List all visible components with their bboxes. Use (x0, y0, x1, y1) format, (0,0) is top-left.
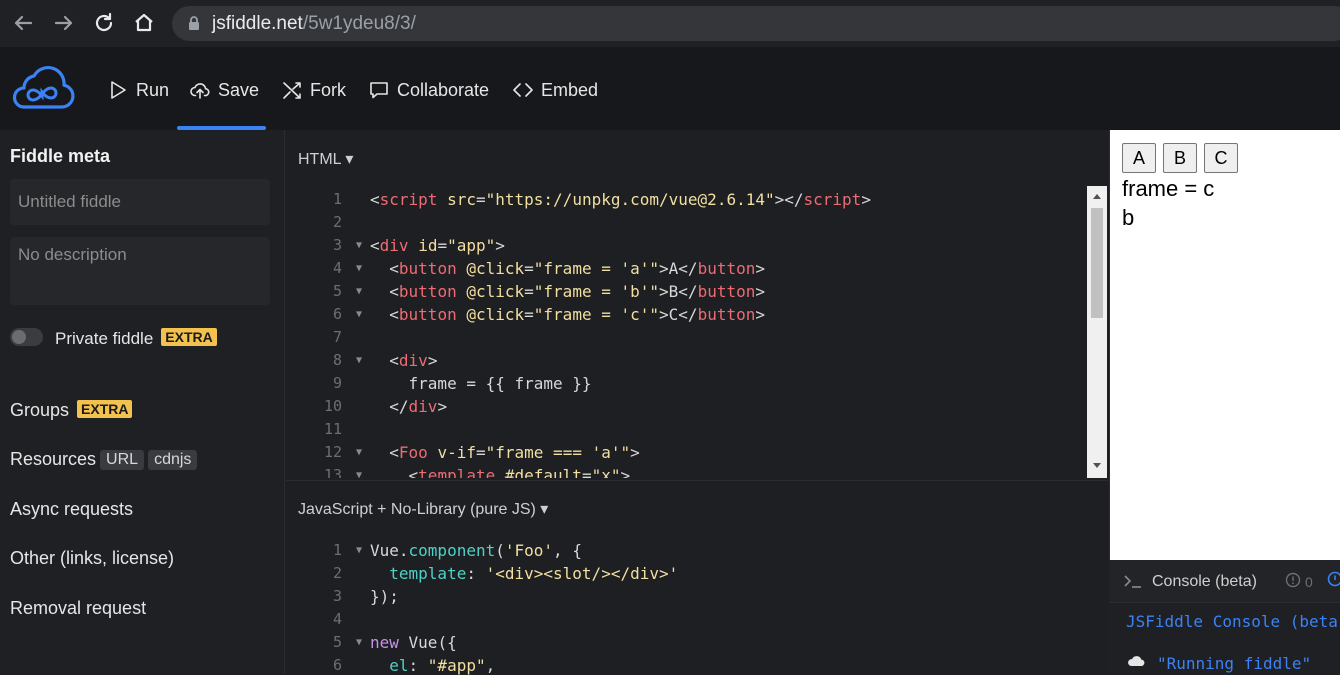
code-line: 1▼Vue.component('Foo', { (286, 539, 1086, 562)
code-line: 1<script src="https://unpkg.com/vue@2.6.… (286, 188, 1086, 211)
fork-button[interactable]: Fork (282, 77, 346, 103)
reload-icon[interactable] (90, 9, 118, 37)
shuffle-icon (282, 80, 302, 100)
code-line: 9 frame = {{ frame }} (286, 372, 1086, 395)
js-panel-title[interactable]: JavaScript + No-Library (pure JS) ▾ (298, 499, 548, 519)
code-line: 13▼ <template #default="x"> (286, 464, 1086, 478)
code-line: 4 (286, 608, 1086, 631)
result-button-a[interactable]: A (1122, 143, 1156, 173)
scroll-down-icon[interactable] (1092, 462, 1102, 470)
sidebar-item-removal-request[interactable]: Removal request (10, 598, 146, 619)
fork-label: Fork (310, 80, 346, 101)
terminal-icon (1123, 573, 1143, 589)
code-line: 10 </div> (286, 395, 1086, 418)
url-text: jsfiddle.net/5w1ydeu8/3/ (212, 13, 416, 35)
sidebar-item-resources[interactable]: ResourcesURLcdnjs (10, 449, 197, 470)
result-button-c[interactable]: C (1204, 143, 1238, 173)
sidebar-item-async-requests[interactable]: Async requests (10, 499, 133, 520)
caret-down-icon: ▾ (341, 151, 353, 168)
code-brackets-icon (513, 80, 533, 100)
code-line: 11 (286, 418, 1086, 441)
private-fiddle-label: Private fiddleEXTRA (55, 328, 217, 349)
result-button-b[interactable]: B (1163, 143, 1197, 173)
jsfiddle-logo-icon[interactable] (8, 63, 76, 113)
result-frame: A B C frame = c b (1109, 130, 1340, 560)
code-line: 8▼ <div> (286, 349, 1086, 372)
home-icon[interactable] (130, 9, 158, 37)
sidebar-item-other[interactable]: Other (links, license) (10, 548, 174, 569)
js-code-editor[interactable]: 1▼Vue.component('Foo', { 2 template: '<d… (286, 539, 1086, 675)
resources-url-pill[interactable]: URL (100, 450, 144, 470)
run-label: Run (136, 80, 169, 101)
back-arrow-icon[interactable] (9, 9, 37, 37)
info-icon (1327, 571, 1340, 587)
fiddle-title-input[interactable] (10, 179, 270, 225)
scrollbar-thumb[interactable] (1091, 208, 1103, 318)
html-panel-title[interactable]: HTML ▾ (298, 149, 353, 169)
run-button[interactable]: Run (108, 77, 169, 103)
code-line: 12▼ <Foo v-if="frame === 'a'"> (286, 441, 1086, 464)
lock-icon (186, 15, 202, 31)
code-line: 3}); (286, 585, 1086, 608)
save-button[interactable]: Save (190, 77, 259, 103)
fold-arrow-icon[interactable]: ▼ (356, 303, 362, 326)
extra-badge: EXTRA (77, 400, 132, 418)
code-line: 5▼new Vue({ (286, 631, 1086, 654)
result-frame-text: frame = c (1122, 176, 1214, 202)
fold-arrow-icon[interactable]: ▼ (356, 539, 362, 562)
fold-arrow-icon[interactable]: ▼ (356, 349, 362, 372)
cloud-upload-icon (190, 80, 210, 100)
code-line: 2 template: '<div><slot/></div>' (286, 562, 1086, 585)
sidebar: Fiddle meta Private fiddleEXTRA GroupsEX… (0, 130, 285, 674)
fold-arrow-icon[interactable]: ▼ (356, 257, 362, 280)
embed-label: Embed (541, 80, 598, 101)
fold-arrow-icon[interactable]: ▼ (356, 234, 362, 257)
code-line: 2 (286, 211, 1086, 234)
browser-bar: jsfiddle.net/5w1ydeu8/3/ (0, 0, 1340, 47)
app-toolbar: Run Save Fork Collaborate Embed (0, 47, 1340, 130)
console-panel: Console (beta) 0 JSFiddle Console (beta … (1109, 560, 1340, 674)
sidebar-item-groups[interactable]: GroupsEXTRA (10, 400, 132, 421)
error-count: 0 (1305, 574, 1313, 590)
html-code-editor[interactable]: 1<script src="https://unpkg.com/vue@2.6.… (286, 188, 1086, 478)
address-bar[interactable]: jsfiddle.net/5w1ydeu8/3/ (172, 6, 1340, 41)
code-line: 4▼ <button @click="frame = 'a'">A</butto… (286, 257, 1086, 280)
result-slot-text: b (1122, 205, 1134, 231)
console-header[interactable]: Console (beta) 0 (1109, 560, 1340, 603)
embed-button[interactable]: Embed (513, 77, 598, 103)
js-editor-panel: JavaScript + No-Library (pure JS) ▾ 1▼Vu… (286, 480, 1108, 674)
fold-arrow-icon[interactable]: ▼ (356, 464, 362, 478)
console-banner: JSFiddle Console (beta (1126, 612, 1338, 631)
caret-down-icon: ▾ (536, 501, 548, 518)
cloud-icon (1127, 655, 1145, 667)
fold-arrow-icon[interactable]: ▼ (356, 631, 362, 654)
fold-arrow-icon[interactable]: ▼ (356, 280, 362, 303)
console-log-entry: "Running fiddle" (1157, 654, 1311, 673)
html-editor-panel: HTML ▾ 1<script src="https://unpkg.com/v… (286, 130, 1108, 478)
code-line: 6▼ <button @click="frame = 'c'">C</butto… (286, 303, 1086, 326)
code-line: 3▼<div id="app"> (286, 234, 1086, 257)
fiddle-description-input[interactable] (10, 237, 270, 305)
private-fiddle-toggle[interactable] (10, 328, 43, 346)
fiddle-meta-heading: Fiddle meta (10, 146, 110, 167)
code-line: 6 el: "#app", (286, 654, 1086, 675)
scroll-up-icon[interactable] (1092, 192, 1102, 200)
play-icon (108, 80, 128, 100)
code-line: 7 (286, 326, 1086, 349)
error-count-icon (1285, 572, 1301, 588)
extra-badge: EXTRA (161, 328, 216, 346)
collaborate-button[interactable]: Collaborate (369, 77, 489, 103)
resources-cdnjs-pill[interactable]: cdnjs (148, 450, 197, 470)
chat-bubble-icon (369, 80, 389, 100)
forward-arrow-icon[interactable] (50, 9, 78, 37)
code-line: 5▼ <button @click="frame = 'b'">B</butto… (286, 280, 1086, 303)
save-label: Save (218, 80, 259, 101)
console-title: Console (beta) (1152, 573, 1257, 591)
collaborate-label: Collaborate (397, 80, 489, 101)
fold-arrow-icon[interactable]: ▼ (356, 441, 362, 464)
html-editor-scrollbar[interactable] (1087, 186, 1107, 478)
